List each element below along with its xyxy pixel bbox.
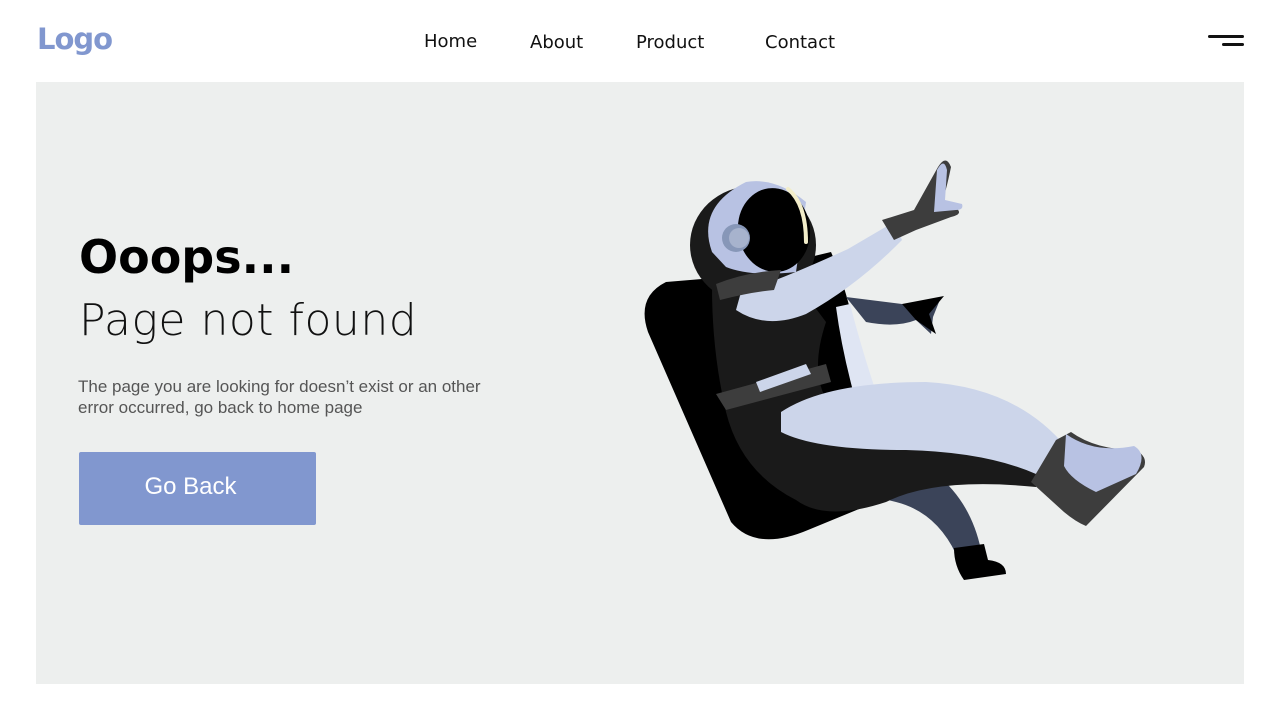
error-subheadline: Page not found (79, 295, 418, 346)
front-glove (882, 160, 960, 240)
nav-product-link[interactable]: Product (636, 32, 704, 54)
main-nav: Home About Product Contact (0, 31, 1280, 56)
error-hero: Ooops... Page not found The page you are… (36, 82, 1244, 684)
nav-home-link[interactable]: Home (424, 31, 477, 53)
menu-line-top (1208, 35, 1244, 38)
go-back-button[interactable]: Go Back (79, 452, 316, 525)
site-header: Logo Home About Product Contact (0, 0, 1280, 82)
go-back-label: Go Back (144, 472, 237, 500)
menu-line-bottom (1222, 43, 1244, 46)
hamburger-menu-icon[interactable] (1206, 30, 1246, 52)
rear-boot (954, 544, 1006, 580)
astronaut-illustration (644, 160, 1145, 580)
nav-about-link[interactable]: About (530, 32, 583, 54)
error-headline: Ooops... (79, 230, 295, 284)
ear-piece-inner (729, 228, 749, 248)
error-description: The page you are looking for doesn’t exi… (78, 377, 481, 417)
nav-contact-link[interactable]: Contact (765, 32, 835, 54)
